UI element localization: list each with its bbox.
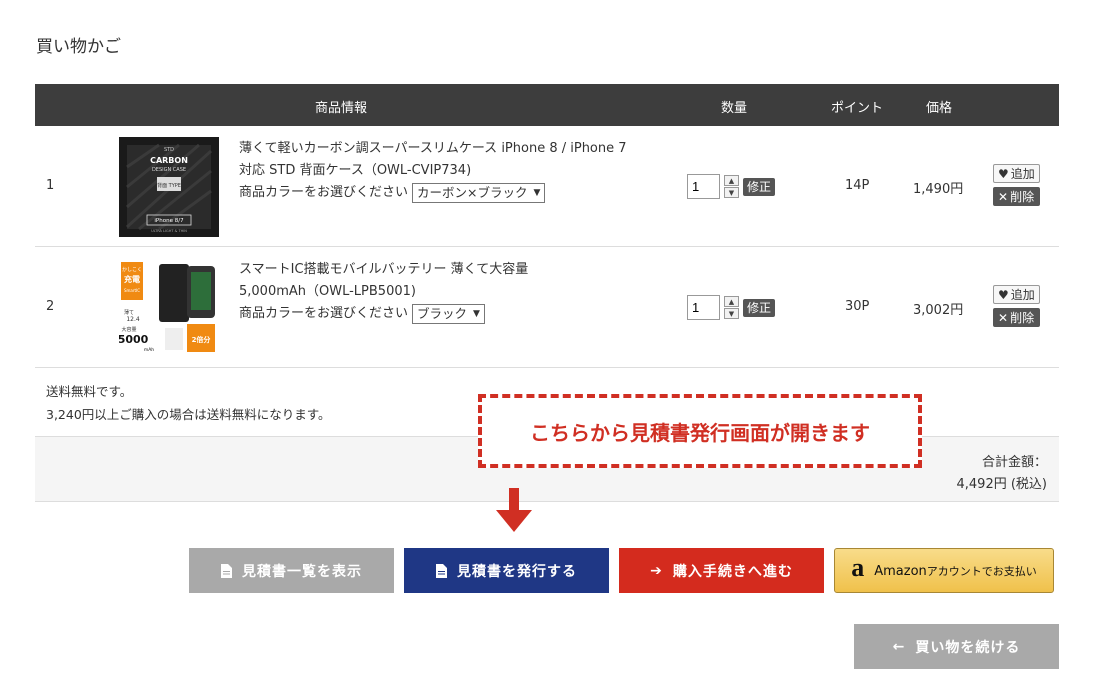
heart-icon: ♥ <box>998 166 1009 181</box>
add-favorite-button[interactable]: ♥ 追加 <box>993 164 1040 183</box>
estimate-issue-label: 見積書を発行する <box>457 563 577 580</box>
delete-label: 削除 <box>1010 311 1035 325</box>
svg-text:mAh: mAh <box>144 347 154 353</box>
header-qty: 数量 <box>721 101 748 116</box>
estimate-issue-button[interactable]: 見積書を発行する <box>404 548 609 593</box>
shipping-free-text: 送料無料です。 <box>46 384 133 399</box>
row-actions: ♥ 追加 ✕ 削除 <box>993 164 1040 206</box>
delete-button[interactable]: ✕ 削除 <box>993 308 1040 327</box>
color-select[interactable]: カーボン×ブラック ▼ <box>412 183 546 203</box>
amazon-pay-button[interactable]: a Amazonアカウントでお支払い <box>834 548 1054 593</box>
product-name-line2[interactable]: 対応 STD 背面ケース（OWL-CVIP734) <box>239 160 659 182</box>
heart-icon: ♥ <box>998 287 1009 302</box>
amazon-brand: Amazon <box>874 563 927 579</box>
svg-text:CARBON: CARBON <box>150 156 188 165</box>
header-points: ポイント <box>831 101 884 116</box>
shipping-notice: 送料無料です。 3,240円以上ご購入の場合は送料無料になります。 <box>46 380 331 426</box>
amazon-logo-icon: a <box>851 552 865 582</box>
svg-text:SmartIC: SmartIC <box>124 288 140 293</box>
svg-text:かしこく: かしこく <box>122 266 142 273</box>
svg-text:2倍分: 2倍分 <box>192 335 211 344</box>
estimate-list-label: 見積書一覧を表示 <box>242 563 362 580</box>
row-number: 2 <box>46 299 55 314</box>
product-image-carbon-case[interactable]: STD CARBON DESIGN CASE 背面 TYPE iPhone 8/… <box>119 137 219 237</box>
svg-text:充電: 充電 <box>124 274 140 284</box>
dropdown-caret-icon: ▼ <box>473 309 480 319</box>
amazon-pay-label: Amazonアカウントでお支払い <box>874 563 1037 579</box>
quantity-down-icon[interactable]: ▼ <box>724 308 739 319</box>
color-option-label: 商品カラーをお選びください <box>239 306 409 321</box>
estimate-list-button[interactable]: 見積書一覧を表示 <box>189 548 394 593</box>
color-select[interactable]: ブラック ▼ <box>412 304 485 324</box>
checkout-label: 購入手続きへ進む <box>672 563 793 580</box>
svg-text:薄て: 薄て <box>124 309 134 316</box>
product-image-battery[interactable]: かしこく 充電 SmartIC 薄て 12.4 大容量 5000 mAh 2倍分 <box>119 258 219 358</box>
update-quantity-button[interactable]: 修正 <box>743 298 776 317</box>
quantity-input[interactable] <box>687 295 720 320</box>
color-select-value: ブラック <box>417 306 468 321</box>
quantity-down-icon[interactable]: ▼ <box>724 187 739 198</box>
svg-text:12.4: 12.4 <box>126 316 140 323</box>
cart-table: 商品情報 数量 ポイント 価格 1 STD CARBON DESIGN CASE… <box>35 84 1059 368</box>
svg-text:ULTRA LIGHT & THIN: ULTRA LIGHT & THIN <box>151 229 187 233</box>
continue-label: 買い物を続ける <box>915 639 1021 656</box>
total-label: 合計金額： <box>981 455 1047 470</box>
shipping-threshold-text: 3,240円以上ご購入の場合は送料無料になります。 <box>46 407 331 422</box>
estimate-callout: こちらから見積書発行画面が開きます <box>478 394 922 468</box>
amazon-pay-rest: アカウントでお支払い <box>926 564 1037 578</box>
quantity-input[interactable] <box>687 174 720 199</box>
add-favorite-button[interactable]: ♥ 追加 <box>993 285 1040 304</box>
add-label: 追加 <box>1010 288 1035 302</box>
close-icon: ✕ <box>998 310 1009 325</box>
header-price: 価格 <box>926 101 953 116</box>
color-option-label: 商品カラーをお選びください <box>239 185 409 200</box>
color-select-value: カーボン×ブラック <box>417 185 528 200</box>
delete-button[interactable]: ✕ 削除 <box>993 187 1040 206</box>
page-title: 買い物かご <box>36 37 121 57</box>
quantity-stepper: ▲ ▼ <box>724 296 739 319</box>
color-option: 商品カラーをお選びください カーボン×ブラック ▼ <box>239 182 659 204</box>
update-quantity-button[interactable]: 修正 <box>743 177 776 196</box>
quantity-stepper: ▲ ▼ <box>724 175 739 198</box>
row-number: 1 <box>46 178 55 193</box>
table-row: 2 かしこく 充電 SmartIC 薄て 12.4 大容量 5000 mAh 2… <box>35 247 1059 368</box>
callout-text: こちらから見積書発行画面が開きます <box>530 420 870 445</box>
header-product: 商品情報 <box>315 101 368 116</box>
quantity-control: ▲ ▼ 修正 <box>687 295 776 320</box>
svg-text:STD: STD <box>164 147 174 153</box>
product-info: スマートIC搭載モバイルバッテリー 薄くて大容量 5,000mAh（OWL-LP… <box>239 259 659 325</box>
total-value: 4,492円 (税込) <box>956 477 1048 492</box>
product-name-line2[interactable]: 5,000mAh（OWL-LPB5001) <box>239 281 659 303</box>
points-value: 30P <box>845 299 870 314</box>
points-value: 14P <box>845 178 870 193</box>
svg-text:iPhone 8/7: iPhone 8/7 <box>154 218 184 224</box>
add-label: 追加 <box>1010 167 1035 181</box>
arrow-left-icon: ← <box>892 638 906 655</box>
quantity-up-icon[interactable]: ▲ <box>724 296 739 307</box>
product-name-line1[interactable]: 薄くて軽いカーボン調スーパースリムケース iPhone 8 / iPhone 7 <box>239 138 659 160</box>
product-info: 薄くて軽いカーボン調スーパースリムケース iPhone 8 / iPhone 7… <box>239 138 659 204</box>
delete-label: 削除 <box>1010 190 1035 204</box>
document-icon <box>436 563 447 578</box>
svg-text:5000: 5000 <box>119 333 149 346</box>
table-header: 商品情報 数量 ポイント 価格 <box>35 84 1059 126</box>
arrow-down-icon <box>496 488 532 532</box>
quantity-up-icon[interactable]: ▲ <box>724 175 739 186</box>
continue-shopping-button[interactable]: ← 買い物を続ける <box>854 624 1059 669</box>
quantity-control: ▲ ▼ 修正 <box>687 174 776 199</box>
svg-text:DESIGN CASE: DESIGN CASE <box>152 167 186 173</box>
close-icon: ✕ <box>998 189 1009 204</box>
svg-text:背面 TYPE: 背面 TYPE <box>157 182 181 189</box>
row-actions: ♥ 追加 ✕ 削除 <box>993 285 1040 327</box>
document-icon <box>221 563 232 578</box>
table-row: 1 STD CARBON DESIGN CASE 背面 TYPE iPhone … <box>35 126 1059 247</box>
color-option: 商品カラーをお選びください ブラック ▼ <box>239 303 659 325</box>
checkout-button[interactable]: ➔ 購入手続きへ進む <box>619 548 824 593</box>
arrow-right-icon: ➔ <box>650 562 663 579</box>
dropdown-caret-icon: ▼ <box>533 188 541 198</box>
price-value: 1,490円 <box>913 182 964 197</box>
svg-text:大容量: 大容量 <box>121 326 136 333</box>
product-name-line1[interactable]: スマートIC搭載モバイルバッテリー 薄くて大容量 <box>239 259 659 281</box>
price-value: 3,002円 <box>913 303 964 318</box>
